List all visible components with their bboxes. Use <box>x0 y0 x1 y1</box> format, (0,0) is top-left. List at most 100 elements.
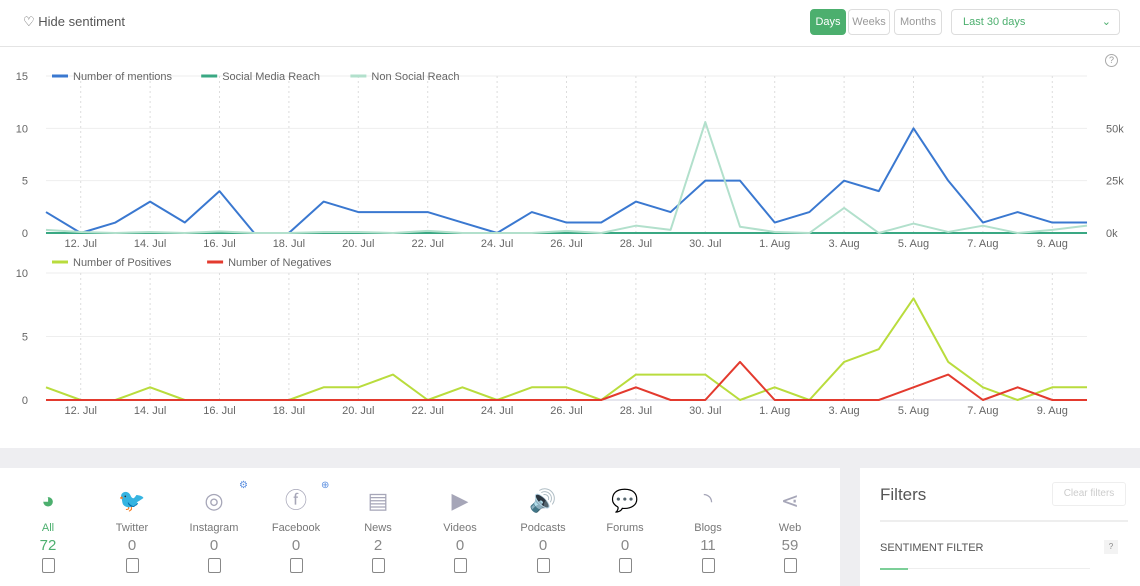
x-tick-label: 14. Jul <box>134 405 166 417</box>
legend-item: Number of mentions <box>73 71 173 83</box>
source-count: 0 <box>127 537 137 554</box>
legend-item: Non Social Reach <box>371 71 459 83</box>
source-label: Podcasts <box>520 522 566 534</box>
y2-tick-label: 25k <box>1106 176 1124 188</box>
source-label: All <box>41 522 55 534</box>
source-settings-icon[interactable]: ⊕ <box>321 480 329 491</box>
x-tick-label: 16. Jul <box>203 238 235 250</box>
source-count: 0 <box>620 537 630 554</box>
source-videos[interactable]: ▶ Videos 0 <box>420 488 500 573</box>
x-tick-label: 16. Jul <box>203 405 235 417</box>
source-count: 11 <box>700 537 716 554</box>
source-label: Blogs <box>694 522 722 534</box>
source-label: Instagram <box>189 522 239 534</box>
filters-title: Filters <box>880 485 927 504</box>
source-forums[interactable]: 💬 Forums 0 <box>585 488 665 573</box>
sentiment-filter-bar <box>880 568 1090 570</box>
source-count: 0 <box>455 537 465 554</box>
source-count: 2 <box>373 537 383 554</box>
source-count: 0 <box>209 537 219 554</box>
source-checkbox[interactable] <box>453 558 467 573</box>
y-tick-label: 0 <box>22 228 28 240</box>
source-count: 0 <box>291 537 301 554</box>
source-label: Web <box>778 522 802 534</box>
x-tick-label: 22. Jul <box>411 405 443 417</box>
source-checkbox[interactable] <box>618 558 632 573</box>
play-icon: ▶ <box>451 488 469 513</box>
sentiment-filter-heading: SENTIMENT FILTER <box>880 542 984 554</box>
help-icon[interactable]: ? <box>1104 540 1118 554</box>
x-tick-label: 3. Aug <box>828 238 859 250</box>
source-label: Videos <box>443 522 477 534</box>
source-checkbox[interactable] <box>207 558 221 573</box>
source-twitter[interactable]: 🐦 Twitter 0 <box>92 488 172 573</box>
source-web[interactable]: ⋖ Web 59 <box>750 488 830 573</box>
source-label: Twitter <box>115 522 149 534</box>
speaker-icon: 🔊 <box>529 488 557 513</box>
clear-filters-button[interactable]: Clear filters <box>1052 482 1126 506</box>
y-tick-label: 15 <box>16 71 28 83</box>
x-tick-label: 24. Jul <box>481 405 513 417</box>
source-checkbox[interactable] <box>701 558 715 573</box>
source-podcasts[interactable]: 🔊 Podcasts 0 <box>503 488 583 573</box>
x-tick-label: 1. Aug <box>759 238 790 250</box>
x-tick-label: 7. Aug <box>967 405 998 417</box>
source-checkbox[interactable] <box>783 558 797 573</box>
x-tick-label: 5. Aug <box>898 405 929 417</box>
x-tick-label: 28. Jul <box>620 238 652 250</box>
x-tick-label: 24. Jul <box>481 238 513 250</box>
x-tick-label: 7. Aug <box>967 238 998 250</box>
y-tick-label: 10 <box>16 268 28 280</box>
x-tick-label: 30. Jul <box>689 238 721 250</box>
source-count: 72 <box>39 537 57 554</box>
source-checkbox[interactable] <box>536 558 550 573</box>
y2-tick-label: 0k <box>1106 228 1118 240</box>
source-checkbox[interactable] <box>371 558 385 573</box>
source-count: 0 <box>538 537 548 554</box>
source-settings-icon[interactable]: ⚙ <box>239 480 248 491</box>
x-tick-label: 18. Jul <box>273 238 305 250</box>
x-tick-label: 9. Aug <box>1037 238 1068 250</box>
rss-icon: ◝ <box>703 488 713 513</box>
share-icon: ⋖ <box>780 488 800 513</box>
x-tick-label: 22. Jul <box>411 238 443 250</box>
twitter-icon: 🐦 <box>118 488 146 513</box>
legend-item: Number of Positives <box>73 257 172 269</box>
facebook-icon: ⓕ <box>284 488 307 513</box>
x-tick-label: 12. Jul <box>64 238 96 250</box>
x-tick-label: 9. Aug <box>1037 405 1068 417</box>
instagram-icon: ◎ <box>204 488 224 513</box>
x-tick-label: 20. Jul <box>342 238 374 250</box>
source-blogs[interactable]: ◝ Blogs 11 <box>668 488 748 573</box>
x-tick-label: 20. Jul <box>342 405 374 417</box>
source-label: News <box>364 522 392 534</box>
y2-tick-label: 50k <box>1106 123 1124 135</box>
divider <box>880 520 1128 522</box>
legend-item: Social Media Reach <box>222 71 320 83</box>
chat-icon: 💬 <box>611 488 639 513</box>
x-tick-label: 1. Aug <box>759 405 790 417</box>
x-tick-label: 5. Aug <box>898 238 929 250</box>
x-tick-label: 28. Jul <box>620 405 652 417</box>
charts: 0 5 10 15 12. Jul 14. Jul 16. Jul 18. Jul 20. Ju… <box>16 71 1124 417</box>
news-icon: ▤ <box>367 488 389 513</box>
y-tick-label: 10 <box>16 123 28 135</box>
x-tick-label: 12. Jul <box>64 405 96 417</box>
x-tick-label: 26. Jul <box>550 405 582 417</box>
source-checkbox[interactable] <box>125 558 139 573</box>
source-facebook[interactable]: ⓕ Facebook 0 <box>256 488 336 573</box>
x-tick-label: 26. Jul <box>550 238 582 250</box>
source-label: Facebook <box>271 522 321 534</box>
source-count: 59 <box>781 537 799 554</box>
y-tick-label: 5 <box>22 176 28 188</box>
x-tick-label: 30. Jul <box>689 405 721 417</box>
source-checkbox[interactable] <box>289 558 303 573</box>
source-checkbox[interactable] <box>41 558 55 573</box>
x-tick-label: 18. Jul <box>273 405 305 417</box>
source-news[interactable]: ▤ News 2 <box>338 488 418 573</box>
legend-item: Number of Negatives <box>228 257 332 269</box>
source-instagram[interactable]: ◎ Instagram 0 <box>174 488 254 573</box>
source-panel: ◕ All 72 🐦 Twitter 0 ◎ Instagram 0 ⚙ ⓕ Fa… <box>0 468 840 586</box>
chart-card: ♡ Hide sentiment Days Weeks Months Last … <box>0 0 1140 448</box>
source-all[interactable]: ◕ All 72 <box>8 488 88 573</box>
